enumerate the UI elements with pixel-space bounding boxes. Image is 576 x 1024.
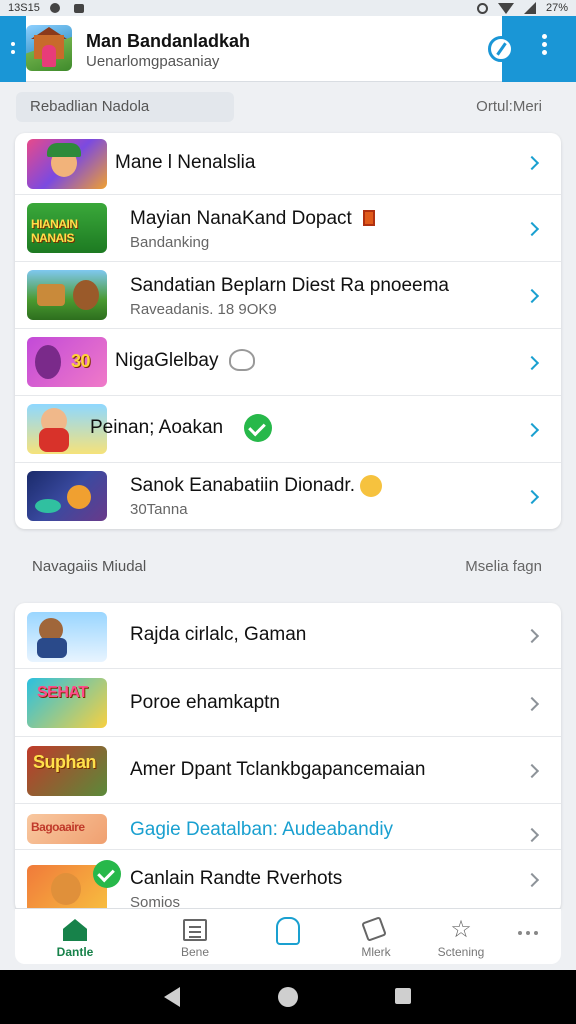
nav-documents[interactable]: Bene [150,909,240,965]
menu-button[interactable] [0,16,26,82]
app-subtitle: Uenarlomgpasaniay [86,53,220,70]
battery-label: 27% [545,2,568,14]
list-item[interactable]: Bagoaaire Gagie Deatalban: Audeabandiy [15,804,561,850]
verified-check-icon [244,414,272,442]
list-item-title: Poroe ehamkaptn [130,692,280,713]
overflow-menu-icon[interactable] [542,42,547,47]
chevron-right-icon [524,696,540,712]
chevron-right-icon [524,221,540,237]
alarm-icon [476,2,488,14]
thumbnail-label: SEHAT [37,684,88,701]
list-item[interactable]: SEHAT Poroe ehamkaptn [15,669,561,737]
list-item-subtitle: Bandanking [130,234,210,251]
list-item-subtitle: Raveadanis. 18 9OK9 [130,301,277,318]
home-button-icon[interactable] [278,987,298,1007]
list-item[interactable]: 30 NigaGlelbay [15,329,561,396]
list-item-title: Mayian NanaKand Dopact [130,208,352,229]
game-thumbnail [27,612,107,662]
category-list-card: Rajda cirlalc, Gaman SEHAT Poroe ehamkap… [15,603,561,913]
list-item-title: Sandatian Beplarn Diest Ra pnoeema [130,275,449,296]
thumbnail-label: 30 [71,351,91,371]
nav-label: Bene [180,945,210,959]
game-thumbnail [27,270,107,320]
list-item[interactable]: Sanok Eanabatiin Dionadr. 30Tanna [15,463,561,529]
nav-home[interactable]: Dantle [30,909,120,965]
nav-label: Dantle [56,945,94,959]
ghost-icon [229,349,255,371]
list-item[interactable]: Sandatian Beplarn Diest Ra pnoeema Ravea… [15,262,561,329]
chevron-right-icon [524,489,540,505]
bottom-navigation: Dantle Bene Mlerk ☆ Sctening [15,908,561,964]
more-icon [518,931,522,935]
status-bar: 13S15 27% [0,0,576,16]
notification-icon [49,3,60,13]
list-item[interactable]: HIANAIN NANAIS Mayian NanaKand Dopact Ba… [15,195,561,262]
thumbnail-label: HIANAIN NANAIS [31,217,78,245]
star-icon: ☆ [450,916,472,943]
app-title: Man Bandanladkah [86,31,251,51]
section-action-2[interactable]: Mselia fagn [465,558,542,575]
list-item[interactable]: Suphan Amer Dpant Tclankbgapancemaian [15,737,561,804]
list-item-subtitle: 30Tanna [130,501,188,518]
game-list-card: Mane l Nenalslia HIANAIN NANAIS Mayian N… [15,133,561,529]
list-item[interactable]: Rajda cirlalc, Gaman [15,603,561,669]
app-header: Man Bandanladkah Uenarlomgpasaniay [0,16,576,82]
list-item[interactable]: Mane l Nenalslia [15,133,561,195]
nav-bag[interactable] [243,909,333,965]
thumbnail-label: Suphan [33,752,97,772]
chevron-right-icon [524,763,540,779]
list-item-title: Amer Dpant Tclankbgapancemaian [130,759,426,780]
game-thumbnail: SEHAT [27,678,107,728]
list-item-title: Sanok Eanabatiin Dionadr. [130,475,355,496]
chevron-right-icon [524,155,540,171]
recent-apps-icon[interactable] [395,988,411,1004]
nav-label: Mlerk [361,945,391,959]
game-thumbnail [27,471,107,521]
chevron-right-icon [524,628,540,644]
game-thumbnail: HIANAIN NANAIS [27,203,107,253]
system-navigation-bar [0,970,576,1024]
verified-check-icon [93,860,121,888]
document-icon [183,919,207,941]
nav-tags[interactable]: Mlerk [331,909,421,965]
bag-icon [276,917,300,945]
chevron-right-icon [524,355,540,371]
chevron-right-icon [524,827,540,843]
list-item-title: Gagie Deatalban: Audeabandiy [130,819,394,840]
chevron-right-icon [524,422,540,438]
section-action-1[interactable]: Ortul:Meri [476,98,542,115]
home-icon [63,919,87,941]
flag-icon [363,210,375,226]
game-thumbnail: Suphan [27,746,107,796]
list-item-title: Canlain Randte Rverhots [130,868,343,889]
smile-icon [360,475,382,497]
list-item-title: NigaGlelbay [115,350,219,371]
edit-button[interactable] [488,36,514,62]
list-item[interactable]: Peinan; Aoakan [15,396,561,463]
section-title-1: Rebadlian Nadola [16,92,234,122]
app-logo [26,25,72,71]
list-item-title: Rajda cirlalc, Gaman [130,624,307,645]
message-icon [73,3,84,13]
wifi-icon [497,2,514,14]
list-item[interactable]: Canlain Randte Rverhots Somios [15,850,561,913]
list-item-title: Mane l Nenalslia [115,152,256,173]
section-title-2: Navagaiis Miudal [32,558,147,575]
status-time: 13S15 [8,2,40,14]
list-item-title: Peinan; Aoakan [90,417,224,438]
back-icon[interactable] [164,987,180,1007]
chevron-right-icon [524,872,540,888]
signal-icon [523,2,536,14]
game-thumbnail [27,139,107,189]
chevron-right-icon [524,288,540,304]
game-thumbnail: Bagoaaire [27,814,107,844]
thumbnail-label: Bagoaaire [31,820,85,834]
menu-icon [11,42,15,46]
tag-icon [361,916,387,942]
game-thumbnail: 30 [27,337,107,387]
nav-more[interactable] [483,909,573,965]
